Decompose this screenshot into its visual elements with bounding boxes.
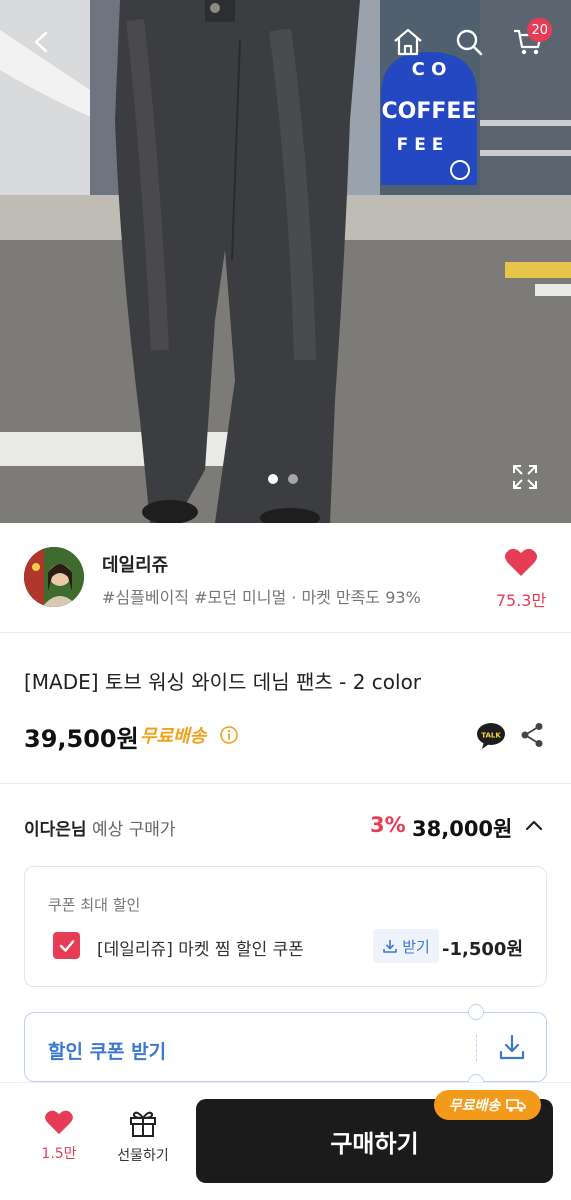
gift-label: 선물하기 <box>117 1148 169 1164</box>
discount-percent: 3% <box>370 813 406 837</box>
expected-price-label: 이다은님 예상 구매가 <box>24 815 176 840</box>
heart-icon <box>505 548 537 576</box>
back-button[interactable] <box>20 20 64 64</box>
user-name: 이다은님 <box>24 820 87 840</box>
pagination-dot[interactable] <box>288 474 298 484</box>
shipping-info-button[interactable] <box>219 725 239 749</box>
seller-like-count: 75.3만 <box>495 591 547 610</box>
coupon-amount: -1,500원 <box>442 939 523 960</box>
search-button[interactable] <box>447 20 491 64</box>
share-icon <box>521 723 543 747</box>
product-title: [MADE] 토브 워싱 와이드 데님 팬츠 - 2 color <box>24 670 422 694</box>
get-coupon-download[interactable] <box>498 1033 526 1065</box>
expected-price: 38,000원 <box>412 817 513 841</box>
seller-tags: #심플베이직 #모던 미니멀 · 마켓 만족도 93% <box>102 588 421 607</box>
search-icon <box>456 29 483 56</box>
coupon-notch-top <box>468 1004 484 1020</box>
collapse-button[interactable] <box>524 816 544 840</box>
seller-avatar-photo <box>24 547 84 607</box>
gift-button[interactable]: 선물하기 <box>110 1109 176 1165</box>
talk-icon-label: TALK <box>481 732 501 740</box>
seller-name[interactable]: 데일리쥬 <box>102 551 168 577</box>
seller-like-button[interactable] <box>504 547 538 581</box>
signboard-text-bottom: F E E <box>397 135 444 155</box>
expected-price-caption: 예상 구매가 <box>91 820 176 840</box>
cart-button[interactable]: 20 <box>506 18 552 64</box>
coupon-separator <box>476 1035 477 1061</box>
coupon-receive-label: 받기 <box>402 937 430 956</box>
gift-icon <box>130 1111 156 1137</box>
seller-avatar[interactable] <box>24 547 84 607</box>
free-shipping-badge: 무료배송 <box>434 1090 541 1120</box>
check-icon <box>59 939 74 952</box>
product-price: 39,500원 <box>24 725 139 753</box>
product-like-count: 1.5만 <box>41 1146 77 1162</box>
free-shipping-label: 무료배송 <box>140 726 207 747</box>
image-pagination <box>268 474 298 484</box>
share-button[interactable] <box>520 722 544 752</box>
coupon-checkbox[interactable] <box>53 932 80 959</box>
home-icon <box>394 28 422 56</box>
get-coupon-label: 할인 쿠폰 받기 <box>48 1041 167 1063</box>
get-coupon-button[interactable]: 할인 쿠폰 받기 <box>24 1004 547 1090</box>
signboard-text-main: COFFEE <box>382 99 477 124</box>
talk-icon: TALK <box>477 723 505 749</box>
home-button[interactable] <box>386 20 430 64</box>
product-photo: C O COFFEE F E E <box>0 0 571 523</box>
product-like-button[interactable]: 1.5만 <box>30 1109 88 1163</box>
kakao-talk-button[interactable]: TALK <box>476 722 506 754</box>
coupon-box-title: 쿠폰 최대 할인 <box>48 896 141 914</box>
section-divider <box>0 783 571 784</box>
coupon-discount-box: 쿠폰 최대 할인 [데일리쥬] 마켓 찜 할인 쿠폰 받기 -1,500원 <box>24 866 547 987</box>
chevron-left-icon <box>34 31 48 53</box>
heart-icon <box>45 1110 73 1135</box>
download-icon <box>383 940 397 953</box>
cart-count-badge: 20 <box>527 18 552 42</box>
product-image[interactable]: C O COFFEE F E E 20 <box>0 0 571 523</box>
truck-icon <box>506 1099 527 1112</box>
seller-info[interactable]: 데일리쥬 #심플베이직 #모던 미니멀 · 마켓 만족도 93% 75.3만 <box>0 523 571 633</box>
free-shipping-badge-label: 무료배송 <box>448 1098 501 1114</box>
fullscreen-button[interactable] <box>510 462 540 492</box>
coupon-receive-button[interactable]: 받기 <box>373 929 439 963</box>
expand-icon <box>513 465 537 489</box>
download-icon <box>499 1034 525 1060</box>
pagination-dot-active[interactable] <box>268 474 278 484</box>
coupon-name: [데일리쥬] 마켓 찜 할인 쿠폰 <box>97 940 304 960</box>
chevron-up-icon <box>525 820 543 831</box>
info-icon <box>220 726 238 744</box>
